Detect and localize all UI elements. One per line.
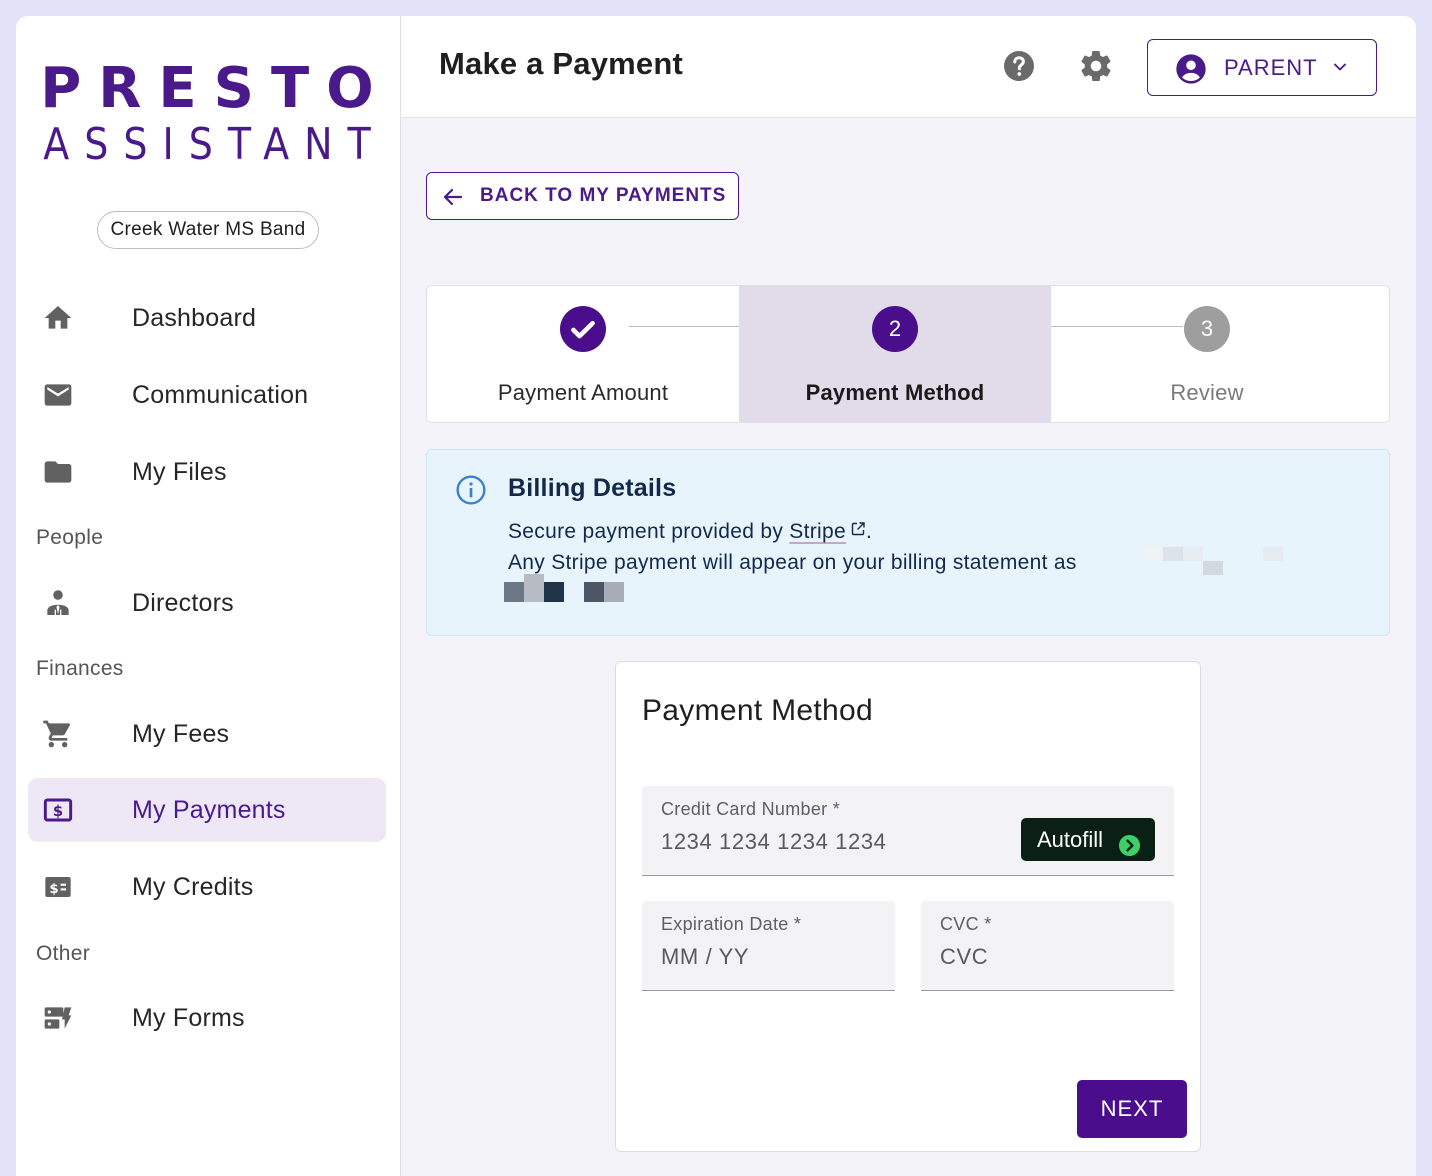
chevron-right-circle-icon: [1118, 828, 1141, 857]
sidebar-item-dashboard[interactable]: Dashboard: [28, 286, 386, 350]
field-label: Expiration Date *: [661, 914, 802, 934]
sidebar-item-label: My Fees: [132, 720, 230, 748]
svg-text:$: $: [49, 882, 58, 897]
help-circle-icon[interactable]: [1001, 48, 1037, 84]
chevron-down-icon: [1330, 57, 1350, 77]
logo-line-1: PRESTO: [40, 56, 391, 121]
sidebar-item-label: My Forms: [132, 1004, 245, 1032]
billing-details-alert: Billing Details Secure payment provided …: [426, 449, 1390, 636]
mail-icon: [42, 379, 74, 411]
expiration-date-field[interactable]: Expiration Date *: [642, 901, 895, 991]
user-role-menu-button[interactable]: PARENT: [1147, 39, 1377, 96]
stripe-link[interactable]: Stripe: [789, 520, 846, 543]
credit-card-number-field[interactable]: Credit Card Number * Autofill: [642, 786, 1174, 876]
dynamic-form-icon: [42, 1002, 74, 1034]
check-icon: [560, 306, 606, 352]
billing-secure-text: Secure payment provided by Stripe.: [508, 519, 872, 544]
page-title: Make a Payment: [439, 46, 684, 81]
cvc-input[interactable]: [940, 941, 1150, 973]
step-label: Review: [1170, 380, 1244, 405]
step-payment-amount[interactable]: Payment Amount: [427, 286, 739, 422]
back-button-label: BACK TO MY PAYMENTS: [480, 185, 727, 206]
billing-secure-suffix: .: [865, 520, 873, 543]
billing-secure-prefix: Secure payment provided by: [508, 520, 790, 543]
back-to-my-payments-button[interactable]: BACK TO MY PAYMENTS: [426, 172, 739, 220]
account-circle-icon: [1175, 53, 1207, 85]
billing-title: Billing Details: [508, 474, 677, 502]
step-label: Payment Method: [805, 380, 985, 405]
sidebar-item-label: My Credits: [132, 873, 254, 901]
sidebar-item-my-credits[interactable]: $ My Credits: [28, 855, 386, 919]
sidebar-item-my-fees[interactable]: My Fees: [28, 702, 386, 766]
person-tie-icon: [42, 587, 74, 619]
autofill-button[interactable]: Autofill: [1021, 818, 1155, 861]
organization-chip[interactable]: Creek Water MS Band: [97, 211, 319, 249]
sidebar: PRESTO ASSISTANT Creek Water MS Band Das…: [16, 16, 401, 1176]
sidebar-item-label: Directors: [132, 589, 234, 617]
credit-icon: $: [42, 871, 74, 903]
sidebar-item-communication[interactable]: Communication: [28, 363, 386, 427]
cvc-field[interactable]: CVC *: [921, 901, 1174, 991]
payment-method-card: Payment Method Credit Card Number * Auto…: [615, 661, 1201, 1152]
section-label-people: People: [36, 526, 104, 549]
card-title: Payment Method: [642, 694, 873, 727]
home-icon: [42, 302, 74, 334]
top-header: Make a Payment PARENT: [401, 16, 1416, 118]
step-number: 2: [872, 306, 918, 352]
info-outline-icon: [455, 474, 487, 506]
field-label: CVC *: [940, 914, 992, 934]
sidebar-item-my-files[interactable]: My Files: [28, 440, 386, 504]
arrow-left-icon: [441, 185, 465, 209]
presto-assistant-logo[interactable]: PRESTO ASSISTANT: [16, 56, 401, 170]
autofill-label: Autofill: [1037, 827, 1104, 852]
redacted-descriptor-line-2: [504, 574, 624, 604]
logo-line-2: ASSISTANT: [43, 118, 386, 170]
sidebar-item-label: My Files: [132, 458, 227, 486]
redacted-descriptor: [1123, 547, 1283, 579]
step-label: Payment Amount: [497, 380, 669, 405]
app-window: PRESTO ASSISTANT Creek Water MS Band Das…: [16, 16, 1416, 1176]
section-label-other: Other: [36, 942, 91, 965]
step-number: 3: [1184, 306, 1230, 352]
expiration-date-input[interactable]: [661, 941, 871, 973]
sidebar-item-directors[interactable]: Directors: [28, 571, 386, 635]
gear-icon[interactable]: [1078, 48, 1114, 84]
sidebar-item-label: Dashboard: [132, 304, 257, 332]
sidebar-item-label: My Payments: [132, 796, 286, 824]
payment-stepper: Payment Amount 2 Payment Method 3 Review: [426, 285, 1390, 423]
credit-card-number-input[interactable]: [661, 826, 921, 858]
shopping-cart-icon: [42, 718, 74, 750]
sidebar-item-my-forms[interactable]: My Forms: [28, 986, 386, 1050]
svg-text:$: $: [53, 803, 63, 820]
field-label: Credit Card Number *: [661, 799, 841, 819]
sidebar-item-my-payments[interactable]: $ My Payments: [28, 778, 386, 842]
folder-icon: [42, 456, 74, 488]
external-link-icon[interactable]: [850, 519, 866, 536]
billing-statement-text: Any Stripe payment will appear on your b…: [508, 551, 1077, 574]
next-button[interactable]: NEXT: [1077, 1080, 1187, 1138]
step-payment-method[interactable]: 2 Payment Method: [739, 286, 1051, 422]
user-role-label: PARENT: [1224, 55, 1318, 80]
step-review[interactable]: 3 Review: [1051, 286, 1363, 422]
payment-dollar-icon: $: [42, 794, 74, 826]
sidebar-item-label: Communication: [132, 381, 309, 409]
section-label-finances: Finances: [36, 657, 124, 680]
